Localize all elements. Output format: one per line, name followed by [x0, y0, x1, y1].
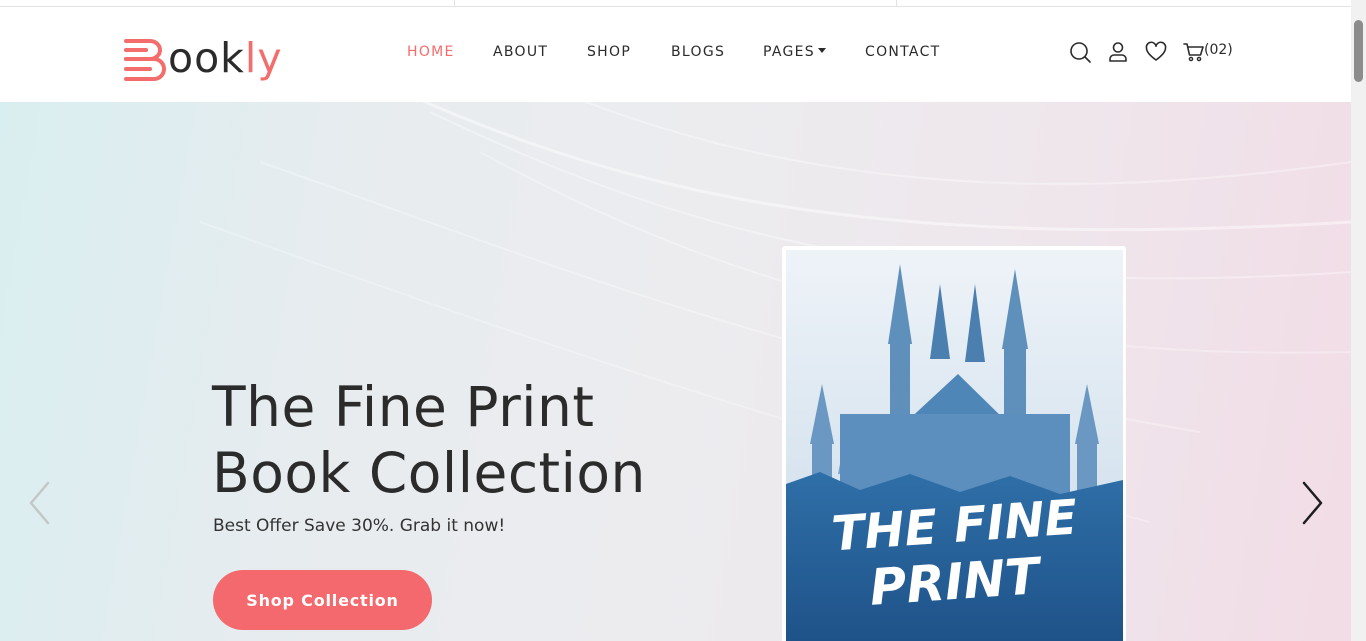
- page-scrollbar[interactable]: [1351, 0, 1366, 641]
- nav-blogs-link[interactable]: BLOGS: [671, 44, 725, 60]
- cart-count-badge[interactable]: (02): [1204, 42, 1233, 58]
- shop-collection-button[interactable]: Shop Collection: [213, 570, 432, 630]
- nav-pages-label: PAGES: [763, 44, 815, 60]
- logo-text-main: ook: [168, 34, 245, 82]
- site-header: ookly HOME ABOUT SHOP BLOGS PAGES CONTAC…: [0, 7, 1351, 102]
- cart-icon[interactable]: [1182, 40, 1206, 64]
- top-strip-divider: [454, 0, 455, 7]
- brand-logo[interactable]: ookly: [122, 31, 283, 81]
- search-icon[interactable]: [1068, 40, 1092, 64]
- chevron-left-icon[interactable]: [26, 480, 56, 526]
- hero-title-line2: Book Collection: [212, 441, 646, 505]
- chevron-right-icon[interactable]: [1296, 480, 1326, 526]
- logo-text-accent: ly: [244, 34, 283, 82]
- top-strip: [0, 0, 1351, 7]
- logo-b-mark-icon: [124, 39, 166, 81]
- nav-home-link[interactable]: HOME: [407, 44, 455, 60]
- scrollbar-thumb[interactable]: [1354, 20, 1363, 82]
- hero-background-pattern: [199, 102, 1351, 523]
- book-cover-image[interactable]: THE FINE PRINT: [780, 244, 1128, 641]
- user-icon[interactable]: [1106, 40, 1130, 64]
- hero-subtitle: Best Offer Save 30%. Grab it now!: [213, 516, 506, 536]
- hero-title: The Fine Print Book Collection: [212, 374, 732, 506]
- logo-wordmark: ookly: [168, 38, 283, 79]
- hero-title-line1: The Fine Print: [212, 375, 595, 439]
- top-strip-divider: [896, 0, 897, 7]
- caret-down-icon: [817, 48, 826, 53]
- nav-shop-link[interactable]: SHOP: [587, 44, 631, 60]
- book-cover-title-line2: PRINT: [868, 547, 1045, 617]
- nav-about-link[interactable]: ABOUT: [493, 44, 548, 60]
- hero-slider: The Fine Print Book Collection Best Offe…: [0, 102, 1351, 641]
- nav-contact-link[interactable]: CONTACT: [865, 44, 941, 60]
- nav-pages-dropdown[interactable]: PAGES: [763, 44, 826, 60]
- heart-icon[interactable]: [1144, 40, 1168, 64]
